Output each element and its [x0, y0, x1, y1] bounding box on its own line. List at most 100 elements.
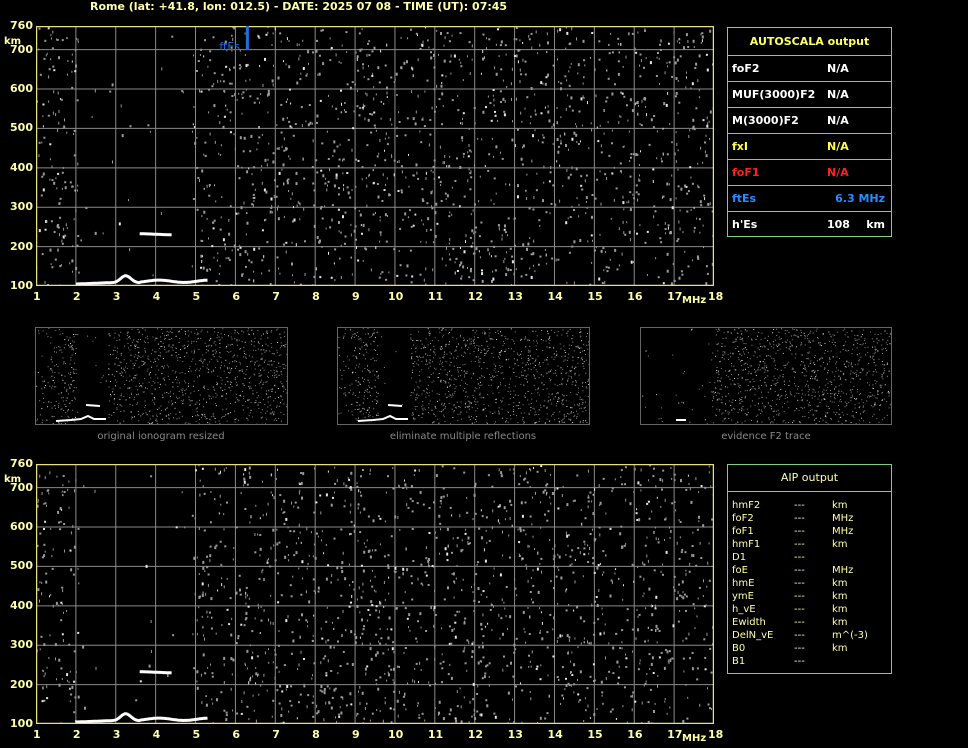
y-tick-label: 600 — [10, 520, 33, 534]
y-tick-label: 500 — [10, 559, 33, 573]
x-tick-label: 16 — [627, 728, 643, 741]
autoscala-key: h'Es — [732, 218, 758, 231]
aip-key: h_vE — [732, 604, 756, 615]
aip-value: --- — [794, 552, 805, 563]
y-unit-label: km — [4, 36, 22, 47]
autoscala-row: ftEs 6.3 MHz — [728, 186, 891, 212]
x-tick-label: 11 — [427, 728, 444, 741]
x-tick-label: 14 — [547, 290, 563, 303]
thumbnail-noise — [338, 328, 589, 424]
aip-key: ymE — [732, 591, 754, 602]
x-tick-label: 3 — [112, 728, 121, 741]
thumbnail-trace — [357, 414, 408, 422]
x-unit-label: MHz — [682, 295, 707, 306]
x-tick-label: 6 — [232, 290, 241, 303]
aip-unit: MHz — [832, 513, 854, 524]
autoscala-row: foF1 N/A — [728, 160, 891, 186]
thumbnail-caption: evidence F2 trace — [721, 431, 811, 442]
aip-key: hmE — [732, 578, 755, 589]
aip-value: --- — [794, 500, 805, 511]
x-tick-label: 10 — [387, 290, 404, 303]
page-title: Rome (lat: +41.8, lon: 012.5) - DATE: 20… — [90, 0, 508, 13]
aip-unit: MHz — [832, 565, 854, 576]
y-tick-label: 200 — [10, 677, 33, 691]
x-tick-label: 9 — [352, 290, 360, 303]
aip-key: D1 — [732, 552, 747, 563]
x-tick-label: 1 — [33, 290, 41, 303]
autoscala-row: MUF(3000)F2 N/A — [728, 82, 891, 108]
aip-value: --- — [794, 617, 805, 628]
x-tick-label: 2 — [72, 290, 81, 303]
aip-key: hmF1 — [732, 539, 761, 550]
aip-key: hmF2 — [732, 500, 761, 511]
autoscala-row: fxI N/A — [728, 134, 891, 160]
aip-unit: km — [832, 617, 848, 628]
thumbnail-caption: eliminate multiple reflections — [389, 431, 537, 442]
autoscala-key: M(3000)F2 — [732, 114, 799, 127]
y-tick-label: 100 — [10, 717, 33, 730]
x-tick-label: 5 — [192, 290, 201, 303]
aip-key: B0 — [732, 643, 746, 654]
x-tick-label: 5 — [192, 728, 201, 741]
x-tick-label: 9 — [352, 728, 360, 741]
x-tick-label: 4 — [152, 728, 161, 741]
y-tick-label: 400 — [10, 598, 33, 612]
x-tick-label: 15 — [587, 290, 603, 303]
x-unit-label: MHz — [682, 733, 707, 744]
ionogram-trace — [75, 232, 208, 286]
x-tick-label: 3 — [112, 290, 121, 303]
autoscala-row: foF2 N/A — [728, 56, 891, 82]
aip-value: --- — [794, 513, 805, 524]
aip-value: --- — [794, 578, 805, 589]
autoscala-value: 6.3 MHz — [835, 192, 885, 205]
autoscala-key: ftEs — [732, 192, 757, 205]
y-tick-label: 200 — [10, 239, 33, 253]
autoscala-key: fxI — [732, 140, 748, 153]
aip-value: --- — [794, 643, 805, 654]
autoscala-value: N/A — [827, 140, 849, 153]
x-tick-label: 8 — [312, 290, 320, 303]
thumbnail-noise — [642, 328, 891, 424]
x-tick-label: 10 — [387, 728, 404, 741]
x-tick-label: 7 — [272, 290, 280, 303]
x-tick-label: 14 — [547, 728, 563, 741]
y-tick-label: 400 — [10, 160, 33, 174]
aip-value: --- — [794, 539, 805, 550]
y-unit-label: km — [4, 474, 22, 485]
aip-key: DelN_vE — [732, 630, 774, 641]
aip-key: B1 — [732, 656, 746, 667]
x-tick-label: 2 — [72, 728, 81, 741]
autoscala-key: foF1 — [732, 166, 760, 179]
thumbnail-evidence-f2 — [640, 327, 892, 425]
autoscala-value: N/A — [827, 166, 849, 179]
aip-unit: m^(-3) — [832, 630, 868, 641]
aip-key: foF1 — [732, 526, 754, 537]
autoscala-row: M(3000)F2 N/A — [728, 108, 891, 134]
x-tick-label: 15 — [587, 728, 603, 741]
autoscala-value: N/A — [827, 62, 849, 75]
aip-unit: km — [832, 578, 848, 589]
aip-key: Ewidth — [732, 617, 766, 628]
autoscala-key: foF2 — [732, 62, 760, 75]
thumbnail-trace — [55, 414, 106, 422]
aip-unit: km — [832, 591, 848, 602]
autoscala-row: h'Es 108 km — [728, 212, 891, 237]
aip-unit: km — [832, 604, 848, 615]
x-tick-label: 17 — [667, 290, 683, 303]
x-tick-label: 8 — [312, 728, 320, 741]
x-tick-label: 16 — [627, 290, 643, 303]
autoscala-value: N/A — [827, 88, 849, 101]
aip-value: --- — [794, 630, 805, 641]
aip-unit: km — [832, 500, 848, 511]
x-tick-label: 11 — [427, 290, 444, 303]
y-tick-label: 300 — [10, 200, 33, 214]
y-tick-label: 500 — [10, 121, 33, 135]
thumbnail-original — [35, 327, 288, 425]
x-tick-label: 13 — [507, 290, 523, 303]
autoscala-unit: km — [866, 218, 885, 231]
aip-panel: AIP output hmF2 --- km foF2 --- MHz foF1 --- MHz… — [727, 464, 892, 674]
ftes-marker-label: ftEs — [219, 40, 240, 53]
aip-unit: MHz — [832, 526, 854, 537]
aip-key: foF2 — [732, 513, 754, 524]
x-tick-label: 12 — [467, 728, 484, 741]
